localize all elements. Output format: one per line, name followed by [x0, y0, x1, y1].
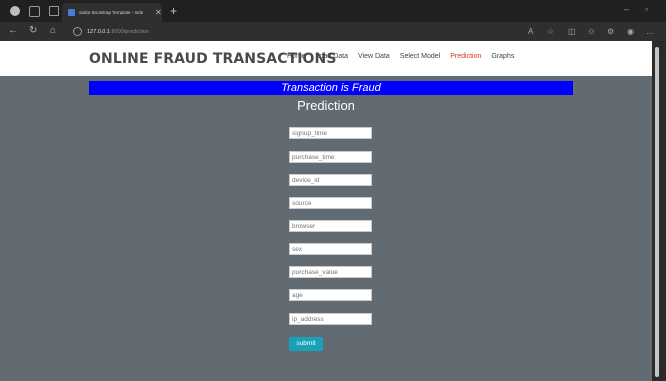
sex-input[interactable]: [289, 243, 372, 255]
site-navbar: ONLINE FRAUD TRANSACTIONS Home Load Data…: [0, 41, 652, 76]
more-icon[interactable]: …: [646, 27, 654, 36]
extensions-icon[interactable]: ⚙: [607, 27, 614, 36]
favicon-icon: [68, 9, 75, 16]
profile-menu-icon[interactable]: ◉: [627, 27, 634, 36]
read-aloud-icon[interactable]: A: [528, 27, 533, 36]
back-icon[interactable]: ←: [8, 25, 18, 36]
maximize-icon[interactable]: ▫: [645, 4, 648, 14]
favorites-icon[interactable]: ✩: [588, 27, 595, 36]
site-info-icon[interactable]: [73, 27, 82, 36]
workspaces-icon[interactable]: [29, 5, 40, 17]
browser-input[interactable]: [289, 220, 372, 232]
scrollbar-thumb[interactable]: [655, 47, 659, 377]
nav-home[interactable]: Home: [287, 53, 306, 60]
nav-load-data[interactable]: Load Data: [316, 53, 348, 60]
signup-time-input[interactable]: [289, 127, 372, 139]
close-tab-icon[interactable]: ✕: [155, 8, 162, 17]
refresh-icon[interactable]: ↻: [29, 25, 37, 36]
nav-links: Home Load Data View Data Select Model Pr…: [287, 53, 524, 60]
split-screen-icon[interactable]: ◫: [568, 27, 576, 36]
url-path: :8000/prediction: [109, 28, 150, 35]
favorite-icon[interactable]: ☆: [547, 27, 554, 36]
submit-button[interactable]: submit: [289, 337, 323, 351]
device-id-input[interactable]: [289, 174, 372, 186]
url-host: 127.0.0.1: [87, 28, 110, 35]
address-bar[interactable]: 127.0.0.1 :8000/prediction: [73, 25, 603, 38]
profile-icon[interactable]: [10, 6, 20, 16]
tab-actions-icon[interactable]: [49, 6, 59, 16]
page-scrollbar[interactable]: [652, 41, 666, 381]
page-title: Prediction: [297, 98, 355, 113]
ip-address-input[interactable]: [289, 313, 372, 325]
nav-prediction[interactable]: Prediction: [450, 53, 481, 60]
address-toolbar: ← ↻ ⌂ 127.0.0.1 :8000/prediction A ☆ ◫ ✩…: [0, 22, 666, 41]
new-tab-icon[interactable]: +: [170, 4, 177, 18]
age-input[interactable]: [289, 289, 372, 301]
nav-select-model[interactable]: Select Model: [400, 53, 440, 60]
minimize-icon[interactable]: –: [624, 4, 629, 14]
browser-tab-bar: Sailor Bootstrap Template - Inde ✕ + – ▫: [0, 0, 666, 22]
source-input[interactable]: [289, 197, 372, 209]
purchase-value-input[interactable]: [289, 266, 372, 278]
result-banner: Transaction is Fraud: [89, 81, 573, 95]
browser-tab[interactable]: Sailor Bootstrap Template - Inde ✕: [62, 3, 162, 22]
nav-graphs[interactable]: Graphs: [491, 53, 514, 60]
nav-view-data[interactable]: View Data: [358, 53, 390, 60]
tab-title: Sailor Bootstrap Template - Inde: [79, 10, 144, 15]
purchase-time-input[interactable]: [289, 151, 372, 163]
home-icon[interactable]: ⌂: [50, 25, 56, 36]
page-content: ONLINE FRAUD TRANSACTIONS Home Load Data…: [0, 41, 652, 381]
